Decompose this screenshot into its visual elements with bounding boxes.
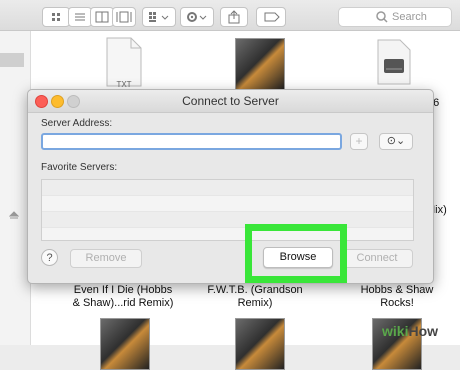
group-button[interactable] xyxy=(142,7,176,27)
gear-icon xyxy=(187,12,207,22)
browse-button[interactable]: Browse xyxy=(263,247,333,268)
file-txt[interactable]: TXT xyxy=(104,37,144,89)
column-view-button[interactable] xyxy=(90,7,114,27)
search-placeholder: Search xyxy=(392,11,427,23)
list-view-icon xyxy=(75,13,85,21)
file-hobbs-shaw-rocks[interactable]: Hobbs & Shaw Rocks! xyxy=(342,284,452,310)
list-item xyxy=(42,180,413,196)
share-button[interactable] xyxy=(220,7,248,27)
server-address-input[interactable] xyxy=(41,133,342,150)
group-icon xyxy=(149,12,169,22)
list-item xyxy=(42,196,413,212)
album-art-thumbnail[interactable] xyxy=(100,318,150,370)
album-art-thumbnail[interactable] xyxy=(235,38,285,90)
gallery-view-icon xyxy=(116,11,132,23)
list-item xyxy=(42,212,413,228)
sidebar-selection xyxy=(0,53,24,67)
icon-view-icon xyxy=(52,13,60,21)
wikihow-watermark: wikiHow xyxy=(382,323,439,339)
list-item xyxy=(42,228,413,243)
file-fwtb[interactable]: F.W.T.B. (Grandson Remix) xyxy=(200,284,310,310)
dialog-title: Connect to Server xyxy=(182,94,279,108)
recent-servers-button[interactable]: ⊙⌄ xyxy=(379,133,413,150)
server-address-label: Server Address: xyxy=(41,118,113,129)
disk-image-icon xyxy=(377,39,411,85)
search-field[interactable]: Search xyxy=(338,7,452,27)
file-disk-image[interactable] xyxy=(376,39,412,85)
column-view-icon xyxy=(95,11,109,23)
help-button[interactable]: ? xyxy=(41,249,58,266)
add-favorite-button[interactable]: + xyxy=(350,133,368,150)
connect-button[interactable]: Connect xyxy=(341,249,413,268)
tag-icon xyxy=(264,12,280,22)
favorite-servers-label: Favorite Servers: xyxy=(41,162,118,173)
finder-toolbar: Search xyxy=(0,0,460,31)
clock-icon: ⊙⌄ xyxy=(386,135,406,147)
search-icon xyxy=(376,11,388,23)
gallery-view-button[interactable] xyxy=(112,7,136,27)
action-button[interactable] xyxy=(180,7,214,27)
file-even-if-i-die[interactable]: Even If I Die (Hobbs & Shaw)...rid Remix… xyxy=(64,284,182,310)
icon-view-button[interactable] xyxy=(42,7,70,27)
tag-button[interactable] xyxy=(256,7,286,27)
album-art-thumbnail[interactable] xyxy=(235,318,285,370)
eject-icon xyxy=(9,211,19,219)
list-view-button[interactable] xyxy=(68,7,92,27)
share-icon xyxy=(228,10,240,24)
remove-button[interactable]: Remove xyxy=(70,249,142,268)
connect-to-server-dialog: Connect to Server Server Address: + ⊙⌄ F… xyxy=(27,89,434,284)
dialog-titlebar: Connect to Server xyxy=(28,90,433,113)
favorite-servers-list[interactable] xyxy=(41,179,414,241)
